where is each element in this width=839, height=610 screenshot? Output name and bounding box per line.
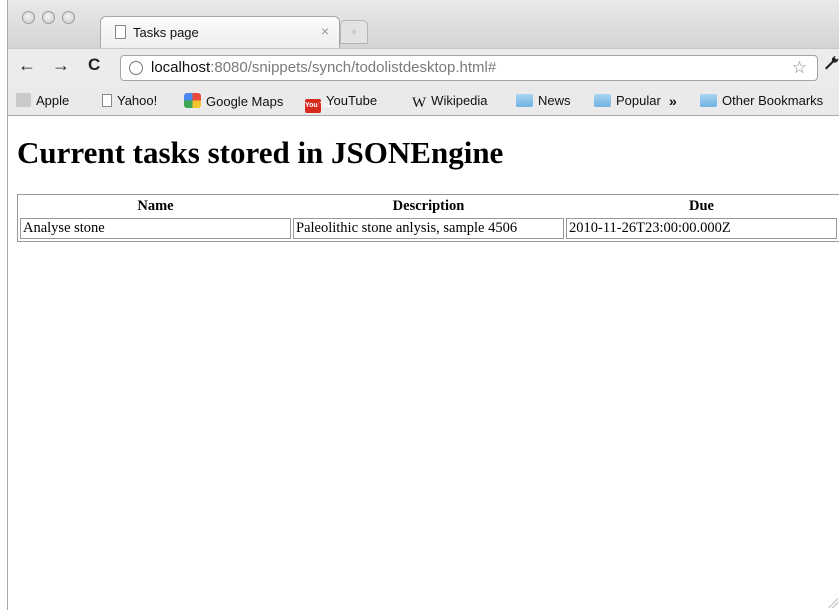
bookmarks-bar: Apple Yahoo! Google Maps You TubeYouTube… bbox=[8, 86, 839, 116]
bookmark-folder-other-bookmarks[interactable]: Other Bookmarks bbox=[700, 93, 823, 108]
zoom-window-button[interactable] bbox=[62, 11, 75, 24]
toolbar: ← → C localhost:8080/snippets/synch/todo… bbox=[8, 48, 839, 87]
bookmark-apple[interactable]: Apple bbox=[16, 93, 69, 108]
wrench-menu-icon[interactable] bbox=[823, 55, 839, 76]
folder-icon bbox=[516, 94, 533, 107]
task-name-cell: Analyse stone bbox=[20, 218, 291, 239]
task-due-cell: 2010-11-26T23:00:00.000Z bbox=[566, 218, 837, 239]
bookmark-folder-news[interactable]: News bbox=[516, 93, 571, 108]
youtube-icon: You Tube bbox=[305, 99, 336, 113]
url-host: localhost bbox=[151, 59, 211, 76]
column-header-description: Description bbox=[392, 198, 465, 214]
bookmark-google-maps[interactable]: Google Maps bbox=[184, 93, 283, 109]
forward-button[interactable]: → bbox=[52, 55, 70, 76]
tab-tasks-page[interactable]: Tasks page × bbox=[100, 16, 340, 48]
back-button[interactable]: ← bbox=[18, 55, 36, 76]
tab-title: Tasks page bbox=[133, 25, 199, 40]
globe-icon bbox=[129, 61, 143, 75]
address-bar[interactable]: localhost:8080/snippets/synch/todolistde… bbox=[120, 55, 818, 81]
minimize-window-button[interactable] bbox=[42, 11, 55, 24]
bookmark-star-icon[interactable]: ☆ bbox=[792, 58, 807, 78]
page-title: Current tasks stored in JSONEngine bbox=[17, 135, 504, 170]
window-resize-handle[interactable] bbox=[828, 598, 838, 608]
tab-strip: Tasks page × + bbox=[8, 0, 839, 48]
url-text: localhost:8080/snippets/synch/todolistde… bbox=[151, 59, 496, 76]
page-icon bbox=[115, 25, 126, 39]
reload-button[interactable]: C bbox=[88, 55, 100, 75]
close-window-button[interactable] bbox=[22, 11, 35, 24]
page-icon bbox=[102, 94, 112, 107]
table-header-row: Name Description Due bbox=[20, 197, 837, 216]
google-maps-icon bbox=[184, 93, 201, 108]
task-description-cell: Paleolithic stone anlysis, sample 4506 bbox=[293, 218, 564, 239]
wrench-icon bbox=[825, 55, 839, 70]
url-path: :8080/snippets/synch/todolistdesktop.htm… bbox=[210, 59, 497, 76]
bookmarks-overflow-chevron-icon[interactable]: » bbox=[669, 93, 677, 109]
page-content: Current tasks stored in JSONEngine Name … bbox=[8, 116, 839, 610]
column-header-name: Name bbox=[137, 198, 174, 214]
folder-icon bbox=[700, 94, 717, 107]
apple-icon bbox=[16, 93, 31, 107]
folder-icon bbox=[594, 94, 611, 107]
bookmark-wikipedia[interactable]: W Wikipedia bbox=[412, 93, 488, 112]
bookmark-youtube[interactable]: You TubeYouTube bbox=[305, 93, 377, 113]
new-tab-button[interactable]: + bbox=[340, 20, 368, 44]
column-header-due: Due bbox=[689, 198, 714, 214]
tab-close-icon[interactable]: × bbox=[321, 23, 329, 39]
browser-window: Tasks page × + ← → C localhost:8080/snip… bbox=[7, 0, 839, 610]
table-row: Analyse stone Paleolithic stone anlysis,… bbox=[20, 218, 837, 239]
tasks-table: Name Description Due Analyse stone Paleo… bbox=[17, 194, 839, 242]
bookmark-folder-popular[interactable]: Popular bbox=[594, 93, 661, 108]
wikipedia-icon: W bbox=[412, 95, 427, 111]
bookmark-yahoo[interactable]: Yahoo! bbox=[102, 93, 157, 108]
